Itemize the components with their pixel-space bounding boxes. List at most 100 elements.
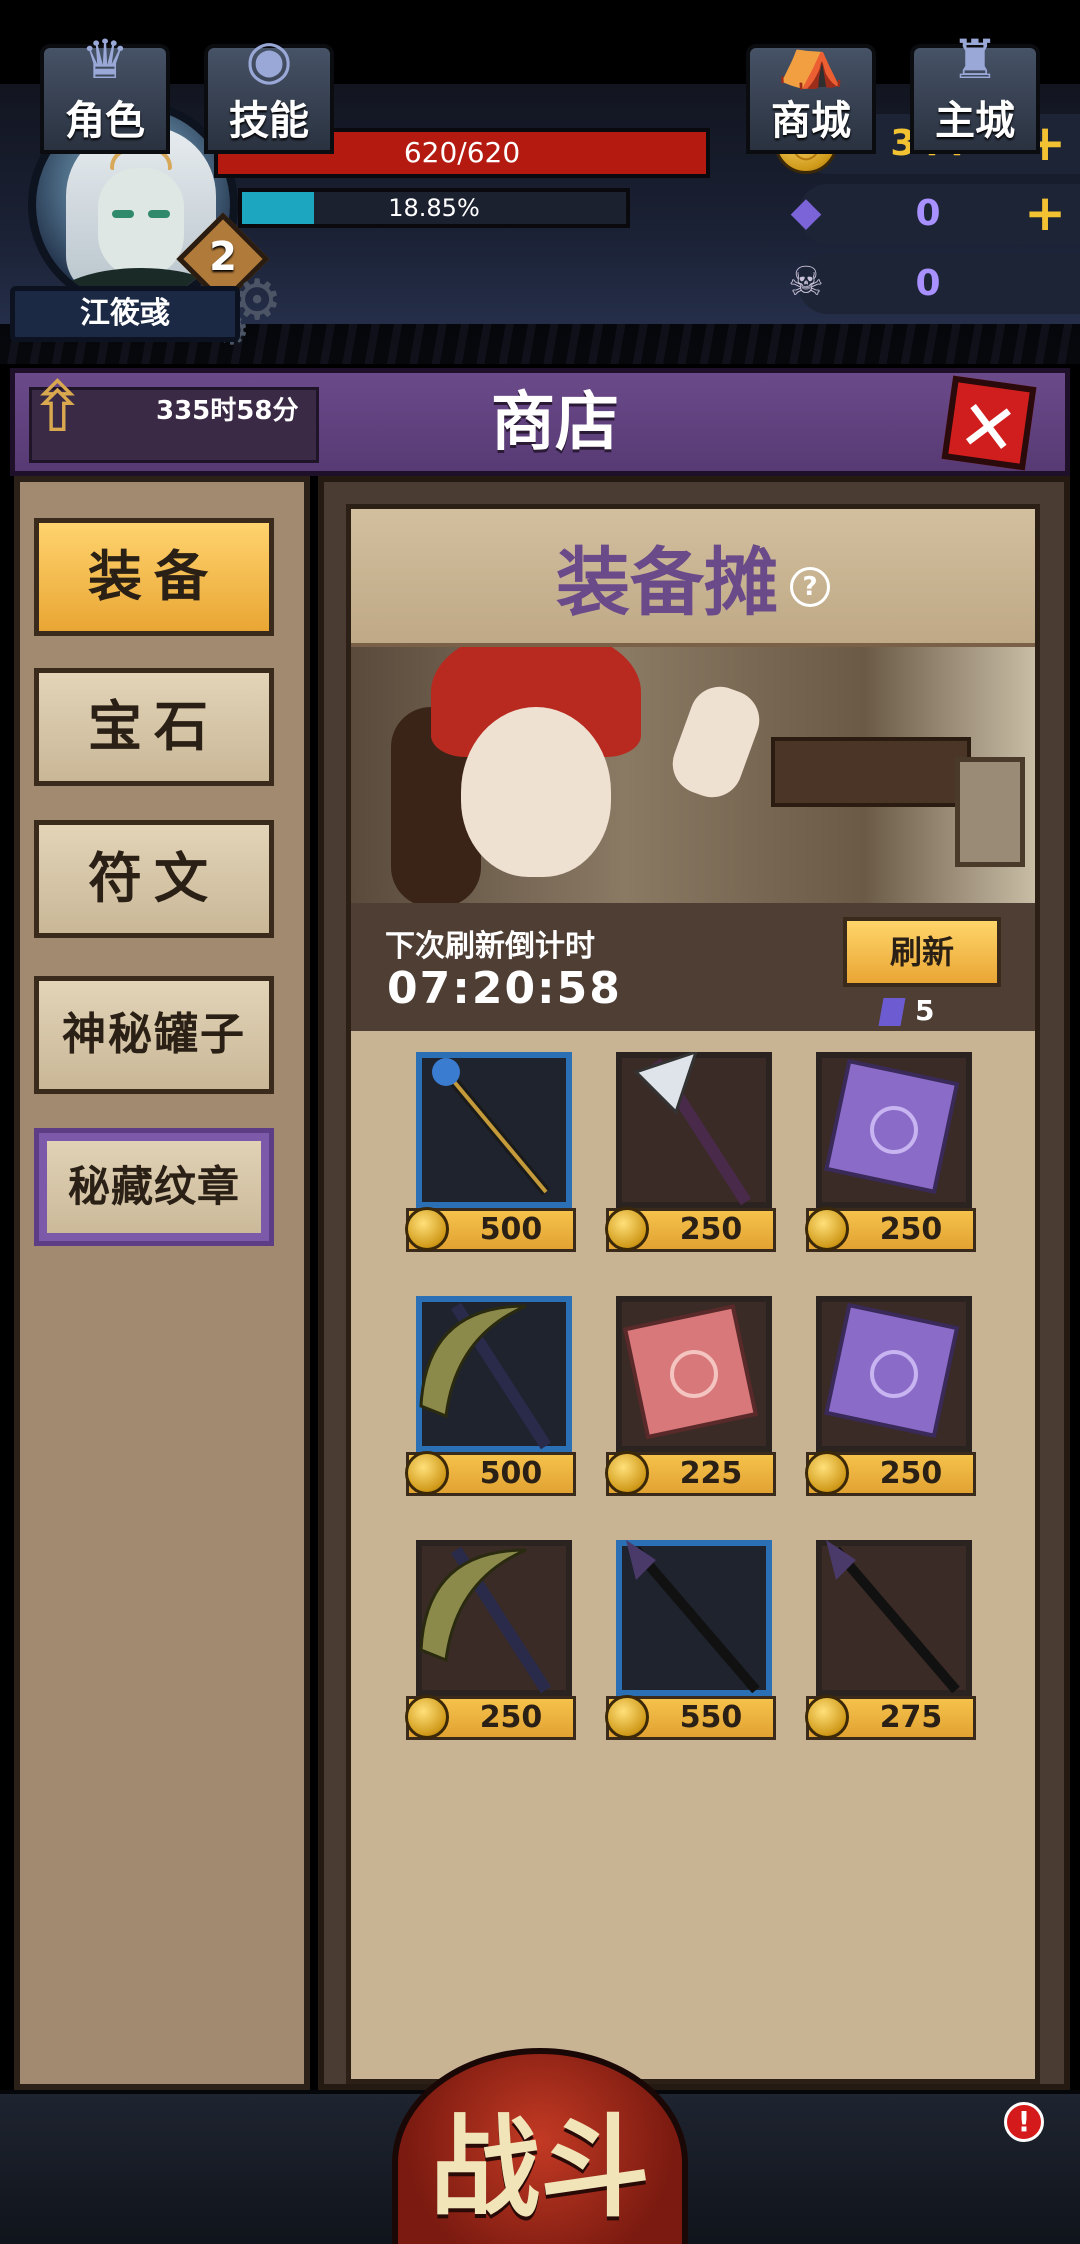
battle-label: 战斗 bbox=[430, 2104, 650, 2232]
avatar-face bbox=[98, 168, 184, 278]
tab-gems[interactable]: 宝石 bbox=[34, 668, 274, 786]
gold-coin-icon bbox=[405, 1207, 449, 1251]
tab-equipment[interactable]: 装备 bbox=[34, 518, 274, 636]
nav-mall-button[interactable]: ⛺ 商城 bbox=[746, 28, 876, 154]
purple-scroll-icon bbox=[816, 1296, 972, 1452]
skull-value: 0 bbox=[915, 263, 941, 304]
shop-item[interactable]: 250 bbox=[405, 1540, 576, 1750]
item-price: 550 bbox=[605, 1695, 776, 1740]
item-price-value: 275 bbox=[879, 1700, 943, 1735]
item-price: 275 bbox=[805, 1695, 976, 1740]
add-gem-button[interactable]: + bbox=[1024, 184, 1066, 244]
shop-item[interactable]: 250 bbox=[805, 1052, 976, 1262]
nav-skills-button[interactable]: ◉ 技能 bbox=[204, 28, 334, 154]
ram-skull-icon: ☠ bbox=[788, 259, 824, 305]
shop-item[interactable]: 275 bbox=[805, 1540, 976, 1750]
battle-button[interactable]: 战斗 bbox=[392, 2048, 688, 2244]
season-timer: ⇮ 335时58分 bbox=[28, 366, 319, 463]
gold-coin-icon bbox=[605, 1451, 649, 1495]
shop-title: 商店 bbox=[491, 386, 619, 460]
gold-coin-icon bbox=[805, 1695, 849, 1739]
nav-skills-label: 技能 bbox=[229, 98, 309, 144]
gold-coin-icon bbox=[805, 1207, 849, 1251]
gold-coin-icon bbox=[805, 1451, 849, 1495]
helmet-icon: ♛ bbox=[80, 28, 130, 91]
gold-coin-icon bbox=[605, 1695, 649, 1739]
equipment-stall: 装备摊? 下次刷新倒计时 07:20:58 刷新 5 bbox=[346, 504, 1040, 2084]
item-price-value: 500 bbox=[479, 1212, 543, 1247]
scythe-icon bbox=[416, 1296, 572, 1452]
item-price: 500 bbox=[405, 1451, 576, 1496]
item-price-value: 250 bbox=[679, 1212, 743, 1247]
player-name: 江筱彧 bbox=[10, 286, 240, 342]
gold-coin-icon bbox=[405, 1695, 449, 1739]
tab-hidden-crest[interactable]: 秘藏纹章 bbox=[34, 1128, 274, 1246]
purple-scroll-icon bbox=[816, 1052, 972, 1208]
gold-coin-icon bbox=[405, 1451, 449, 1495]
rank-arrows-icon: ⇮ bbox=[28, 366, 87, 448]
spear-icon bbox=[616, 1540, 772, 1696]
castle-icon: ♜ bbox=[950, 28, 1000, 91]
alert-badge: ! bbox=[1004, 2102, 1044, 2142]
shop-item[interactable]: 550 bbox=[605, 1540, 776, 1750]
gem-resource: ◆ 0 + bbox=[791, 184, 1080, 244]
purple-gem-icon: ◆ bbox=[790, 189, 822, 235]
swirl-icon: ◉ bbox=[245, 28, 293, 91]
merchant-frame bbox=[955, 757, 1025, 867]
item-price: 250 bbox=[805, 1451, 976, 1496]
nav-main-city-button[interactable]: ♜ 主城 bbox=[910, 28, 1040, 154]
season-timer-text: 335时58分 bbox=[156, 396, 299, 426]
shop-title-bar: ⇮ 335时58分 商店 ✕ bbox=[10, 366, 1070, 476]
merchant-hand bbox=[664, 678, 768, 806]
purple-gem-icon bbox=[878, 998, 906, 1026]
tent-icon: ⛺ bbox=[777, 28, 845, 91]
refresh-bar: 下次刷新倒计时 07:20:58 刷新 5 bbox=[351, 903, 1035, 1031]
gold-coin-icon bbox=[605, 1207, 649, 1251]
stall-header: 装备摊? bbox=[351, 509, 1035, 647]
item-price: 500 bbox=[405, 1207, 576, 1252]
item-price: 250 bbox=[805, 1207, 976, 1252]
item-price-value: 250 bbox=[479, 1700, 543, 1735]
avatar-eye bbox=[148, 210, 170, 218]
item-price: 225 bbox=[605, 1451, 776, 1496]
shop-item[interactable]: 225 bbox=[605, 1296, 776, 1506]
staff-icon bbox=[416, 1052, 572, 1208]
item-price: 250 bbox=[405, 1695, 576, 1740]
refresh-countdown-time: 07:20:58 bbox=[387, 963, 622, 1014]
tab-mystery-jar[interactable]: 神秘罐子 bbox=[34, 976, 274, 1094]
merchant-face bbox=[461, 707, 611, 877]
merchant-shelf bbox=[771, 737, 971, 807]
red-scroll-icon bbox=[616, 1296, 772, 1452]
nav-role-button[interactable]: ♛ 角色 bbox=[40, 28, 170, 154]
tab-runes[interactable]: 符文 bbox=[34, 820, 274, 938]
skull-resource: ☠ 0 bbox=[788, 254, 1080, 314]
item-price-value: 500 bbox=[479, 1456, 543, 1491]
refresh-cost-value: 5 bbox=[915, 994, 935, 1027]
merchant-illustration bbox=[351, 647, 1035, 903]
shop-item[interactable]: 250 bbox=[805, 1296, 976, 1506]
refresh-cost: 5 bbox=[878, 993, 935, 1029]
stall-title-text: 装备摊 bbox=[556, 540, 778, 626]
shop-item[interactable]: 500 bbox=[405, 1052, 576, 1262]
close-button[interactable]: ✕ bbox=[941, 375, 1037, 473]
nav-role-label: 角色 bbox=[65, 98, 145, 144]
item-price-value: 250 bbox=[879, 1456, 943, 1491]
stall-title: 装备摊? bbox=[351, 533, 1035, 633]
gem-value: 0 bbox=[915, 193, 941, 234]
shop-item[interactable]: 250 bbox=[605, 1049, 776, 1262]
avatar-eye bbox=[112, 210, 134, 218]
help-icon[interactable]: ? bbox=[790, 567, 830, 608]
item-price: 250 bbox=[605, 1207, 776, 1252]
refresh-button[interactable]: 刷新 bbox=[843, 917, 1001, 987]
xp-text: 18.85% bbox=[388, 194, 480, 222]
xp-bar: 18.85% bbox=[238, 188, 630, 228]
item-price-value: 250 bbox=[879, 1212, 943, 1247]
spear-icon bbox=[816, 1540, 972, 1696]
item-price-value: 550 bbox=[679, 1700, 743, 1735]
scythe-icon bbox=[416, 1540, 572, 1696]
axe-icon bbox=[616, 1049, 772, 1208]
nav-main-city-label: 主城 bbox=[935, 98, 1015, 144]
nav-mall-label: 商城 bbox=[771, 98, 851, 144]
refresh-countdown-label: 下次刷新倒计时 bbox=[385, 929, 595, 964]
shop-item[interactable]: 500 bbox=[405, 1296, 576, 1506]
